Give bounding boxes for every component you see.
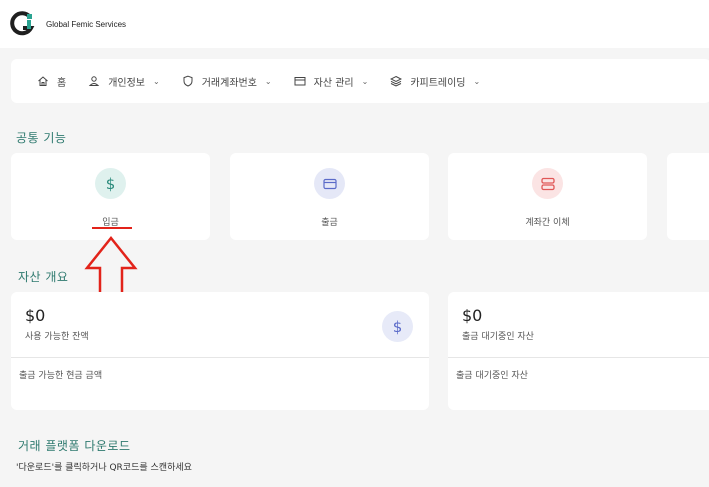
nav-item-home[interactable]: 홈 xyxy=(37,74,66,89)
pending-withdrawal-amount: $0 xyxy=(462,306,483,325)
dollar-icon: $ xyxy=(95,168,126,199)
section-title-asset-overview: 자산 개요 xyxy=(18,270,69,284)
chevron-down-icon: ⌄ xyxy=(153,76,160,86)
feature-card-partial[interactable] xyxy=(667,153,709,240)
asset-card-top: $0 출금 대기중인 자산 xyxy=(448,292,709,358)
nav-item-asset-management[interactable]: 자산 관리 ⌄ xyxy=(294,74,369,89)
main-nav: 홈 개인정보 ⌄ 거래계좌번호 ⌄ 자산 관리 ⌄ 카피트레이딩 ⌄ xyxy=(11,59,709,103)
withdraw-label: 출금 xyxy=(321,218,338,228)
asset-card-top: $0 사용 가능한 잔액 $ xyxy=(11,292,429,358)
nav-item-label: 자산 관리 xyxy=(313,77,354,89)
card-icon xyxy=(314,168,345,199)
nav-item-label: 거래계좌번호 xyxy=(201,77,257,89)
wallet-icon xyxy=(294,77,306,86)
pending-withdrawal-card: $0 출금 대기중인 자산 출금 대기중인 자산 xyxy=(448,292,709,410)
chevron-down-icon: ⌄ xyxy=(264,76,272,86)
available-balance-amount: $0 xyxy=(25,306,46,325)
transfer-icon xyxy=(532,168,563,199)
brand-name: Global Femic Services xyxy=(46,19,127,29)
available-balance-card: $0 사용 가능한 잔액 $ 출금 가능한 현금 금액 xyxy=(11,292,429,410)
dollar-icon: $ xyxy=(382,311,413,342)
download-instructions: '다운로드'를 클릭하거나 QR코드를 스캔하세요 xyxy=(16,463,192,473)
pending-withdrawal-footer: 출금 대기중인 자산 xyxy=(456,371,528,381)
shield-icon xyxy=(183,75,193,87)
section-title-download: 거래 플랫폼 다운로드 xyxy=(18,439,131,453)
user-icon xyxy=(88,76,100,86)
nav-item-label: 홈 xyxy=(57,77,67,89)
available-balance-footer: 출금 가능한 현금 금액 xyxy=(19,371,103,381)
pending-withdrawal-label: 출금 대기중인 자산 xyxy=(462,332,534,342)
withdraw-card[interactable]: 출금 xyxy=(230,153,429,240)
transfer-label: 계좌간 이체 xyxy=(525,218,570,228)
nav-item-personal-info[interactable]: 개인정보 ⌄ xyxy=(88,74,160,89)
top-header: Global Femic Services xyxy=(0,0,709,48)
page: Global Femic Services 홈 개인정보 ⌄ 거래계좌번호 ⌄ xyxy=(0,0,709,487)
transfer-card[interactable]: 계좌간 이체 xyxy=(448,153,647,240)
section-title-common-functions: 공통 기능 xyxy=(16,131,67,145)
chevron-down-icon: ⌄ xyxy=(361,76,369,86)
dollar-glyph: $ xyxy=(392,317,403,336)
nav-item-copy-trading[interactable]: 카피트레이딩 ⌄ xyxy=(390,74,480,89)
annotation-underline xyxy=(92,227,132,229)
nav-item-label: 카피트레이딩 xyxy=(410,77,466,89)
nav-item-label: 개인정보 xyxy=(108,77,146,89)
nav-item-trading-account[interactable]: 거래계좌번호 ⌄ xyxy=(182,74,272,89)
chevron-down-icon: ⌄ xyxy=(473,76,481,86)
gfs-logo-icon[interactable] xyxy=(10,11,36,37)
home-icon xyxy=(38,76,48,86)
layers-icon xyxy=(390,75,403,87)
available-balance-label: 사용 가능한 잔액 xyxy=(25,332,89,342)
